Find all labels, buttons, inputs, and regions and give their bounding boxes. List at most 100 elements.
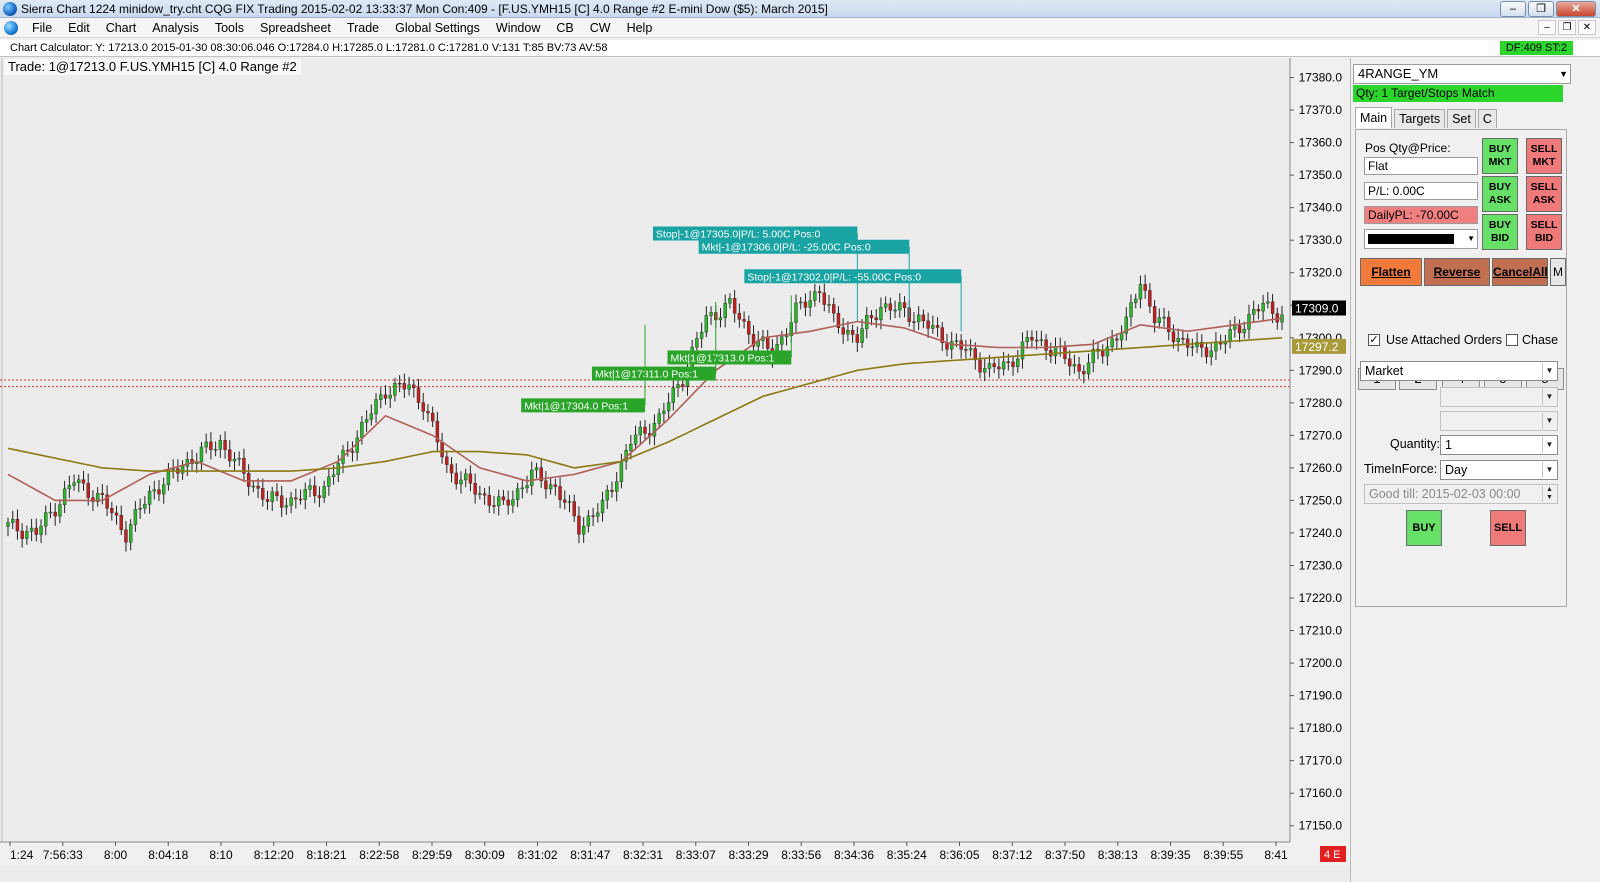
- menu-cb[interactable]: CB: [548, 21, 581, 35]
- close-button[interactable]: ✕: [1556, 1, 1596, 17]
- candle-body: [152, 489, 156, 492]
- candle-body: [1209, 350, 1213, 358]
- child-close-button[interactable]: ✕: [1578, 20, 1596, 35]
- menu-chart[interactable]: Chart: [98, 21, 145, 35]
- buy-button[interactable]: BUY: [1406, 510, 1442, 546]
- candle-body: [53, 511, 57, 517]
- buy-ask-button[interactable]: BUY ASK: [1482, 176, 1518, 212]
- flatten-button[interactable]: Flatten: [1360, 258, 1422, 286]
- candle-body: [360, 422, 364, 438]
- sell-market-button[interactable]: SELL MKT: [1526, 138, 1562, 174]
- menu-window[interactable]: Window: [488, 21, 548, 35]
- x-tick-label: 8:39:55: [1203, 848, 1243, 862]
- candle-body: [954, 340, 959, 342]
- menu-edit[interactable]: Edit: [60, 21, 98, 35]
- candle-body: [879, 306, 883, 321]
- candle-body: [506, 499, 510, 506]
- menu-file[interactable]: File: [24, 21, 60, 35]
- use-attached-orders-checkbox[interactable]: ✓: [1368, 334, 1380, 346]
- sell-ask-label-1: SELL: [1530, 181, 1558, 193]
- menu-cw[interactable]: CW: [582, 21, 619, 35]
- candle-body: [232, 458, 237, 462]
- menu-spreadsheet[interactable]: Spreadsheet: [252, 21, 339, 35]
- candle-body: [643, 426, 647, 434]
- candle-body: [162, 484, 166, 495]
- candle-body: [298, 498, 303, 501]
- sell-bid-label-1: SELL: [1530, 219, 1558, 231]
- candle-body: [799, 301, 803, 304]
- pl-field: P/L: 0.00C: [1364, 182, 1478, 200]
- tab-set[interactable]: Set: [1447, 109, 1476, 128]
- candle-body: [478, 493, 482, 495]
- buy-bid-button[interactable]: BUY BID: [1482, 214, 1518, 250]
- menu-globe-icon[interactable]: [4, 20, 18, 35]
- symbol-select[interactable]: 4RANGE_YM ▼: [1353, 64, 1571, 84]
- candle-body: [218, 440, 223, 450]
- chart-header: Trade: 1@17213.0 F.US.YMH15 [C] 4.0 Rang…: [4, 59, 301, 75]
- sell-button[interactable]: SELL: [1490, 510, 1526, 546]
- candle-body: [780, 336, 784, 345]
- candle-body: [737, 312, 742, 320]
- menu-tools[interactable]: Tools: [207, 21, 252, 35]
- tif-select[interactable]: Day ▼: [1440, 460, 1558, 480]
- chart-calculator-bar: Chart Calculator: Y: 17213.0 2015-01-30 …: [0, 40, 1600, 57]
- sell-bid-button[interactable]: SELL BID: [1526, 214, 1562, 250]
- buy-market-label-2: MKT: [1488, 156, 1512, 168]
- x-tick-label: 8:36:05: [939, 848, 979, 862]
- buy-market-button[interactable]: BUY MKT: [1482, 138, 1518, 174]
- price-chart[interactable]: Stop|-1@17305.0|P/L: 5.00C Pos:0Mkt|-1@1…: [0, 58, 1350, 882]
- candle-body: [619, 460, 624, 482]
- menu-trade[interactable]: Trade: [339, 21, 387, 35]
- chart-area[interactable]: Stop|-1@17305.0|P/L: 5.00C Pos:0 Mkt|-1@1…: [0, 58, 1350, 882]
- candle-body: [77, 479, 81, 483]
- x-tick-label: 8:37:50: [1045, 848, 1085, 862]
- y-tick-label: 17290.0: [1299, 363, 1343, 377]
- menu-analysis[interactable]: Analysis: [144, 21, 207, 35]
- chase-checkbox[interactable]: [1506, 334, 1518, 346]
- m-button[interactable]: M: [1550, 258, 1566, 286]
- reverse-button[interactable]: Reverse: [1424, 258, 1490, 286]
- candle-body: [416, 387, 421, 403]
- order-label-text: Mkt|-1@17306.0|P/L: -25.00C Pos:0: [702, 242, 871, 254]
- sell-ask-button[interactable]: SELL ASK: [1526, 176, 1562, 212]
- daily-pl-field: DailyPL: -70.00C: [1364, 206, 1478, 224]
- candle-body: [1185, 338, 1190, 348]
- tab-targets[interactable]: Targets: [1394, 109, 1446, 128]
- candle-body: [449, 464, 454, 474]
- plot-background[interactable]: [0, 58, 1290, 842]
- candle-body: [709, 312, 713, 316]
- tab-main[interactable]: Main: [1355, 107, 1393, 128]
- cancel-all-button[interactable]: CancelAll: [1492, 258, 1548, 286]
- candle-body: [228, 449, 232, 462]
- child-minimize-button[interactable]: –: [1538, 20, 1556, 35]
- candle-body: [600, 499, 605, 514]
- candle-body: [44, 512, 48, 527]
- restore-button[interactable]: ❐: [1528, 1, 1554, 17]
- candle-body: [1025, 337, 1029, 343]
- y-tick-label: 17330.0: [1299, 233, 1343, 247]
- minimize-button[interactable]: –: [1500, 1, 1526, 17]
- candle-body: [572, 501, 576, 517]
- menu-help[interactable]: Help: [619, 21, 661, 35]
- menu-global-settings[interactable]: Global Settings: [387, 21, 488, 35]
- candle-body: [1067, 358, 1072, 367]
- tif-label: TimeInForce:: [1364, 462, 1438, 476]
- candle-body: [1039, 339, 1044, 341]
- candle-body: [289, 497, 293, 506]
- candle-body: [58, 504, 62, 517]
- order-type-select[interactable]: Market ▼: [1360, 361, 1558, 381]
- candle-body: [251, 485, 256, 488]
- candle-body: [548, 484, 553, 490]
- candle-body: [723, 302, 727, 318]
- candle-body: [157, 489, 161, 495]
- quantity-select[interactable]: 1 ▼: [1440, 435, 1558, 455]
- y-tick-label: 17360.0: [1299, 136, 1343, 150]
- candle-body: [303, 489, 307, 500]
- candle-body: [846, 330, 850, 335]
- child-restore-button[interactable]: ❐: [1558, 20, 1576, 35]
- corner-badge-text: 4 E: [1324, 849, 1341, 861]
- tab-c[interactable]: C: [1477, 109, 1497, 128]
- order-type-value: Market: [1365, 364, 1404, 378]
- color-select[interactable]: ▼: [1364, 229, 1478, 249]
- candle-body: [681, 384, 685, 387]
